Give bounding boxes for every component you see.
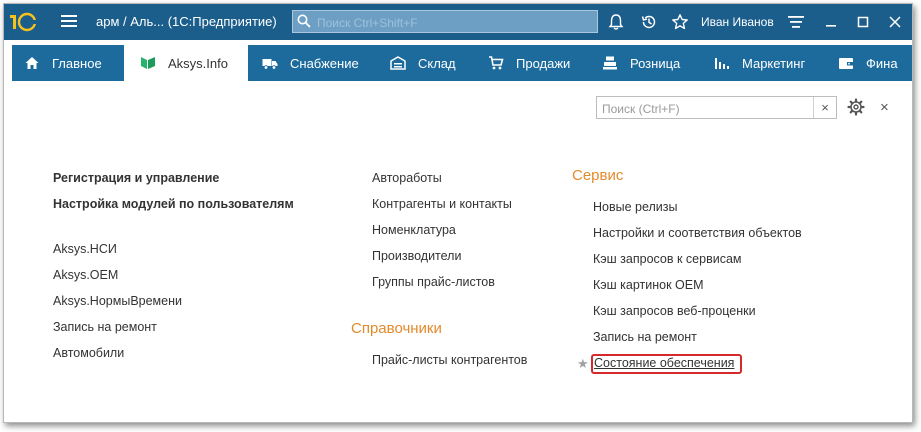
- tab-sales[interactable]: Продажи: [488, 45, 570, 81]
- truck-icon: [262, 59, 278, 70]
- link-aksys-norms[interactable]: Aksys.НормыВремени: [53, 294, 182, 308]
- link-counterparties[interactable]: Контрагенты и контакты: [372, 197, 512, 211]
- tab-label: Розница: [630, 55, 681, 71]
- app-window: арм / Аль... (1С:Предприятие) Иван Ивано…: [3, 3, 913, 423]
- link-aksys-oem[interactable]: Aksys.OEM: [53, 268, 118, 282]
- section-title-service: Сервис: [572, 167, 624, 184]
- global-search-input[interactable]: [315, 13, 589, 32]
- link-aksys-nsi[interactable]: Aksys.НСИ: [53, 242, 117, 256]
- link-new-releases[interactable]: Новые релизы: [593, 200, 678, 214]
- warehouse-icon: [390, 56, 406, 70]
- link-cars[interactable]: Автомобили: [53, 346, 124, 360]
- search-icon: [297, 14, 311, 28]
- gear-icon[interactable]: [847, 98, 865, 116]
- favorites-star-icon[interactable]: [671, 13, 689, 31]
- link-registration[interactable]: Регистрация и управление: [53, 171, 219, 185]
- link-module-settings[interactable]: Настройка модулей по пользователям: [53, 197, 294, 211]
- tab-label: Фина: [866, 55, 898, 71]
- section-search[interactable]: ×: [596, 96, 837, 119]
- link-counterparty-pricelists[interactable]: Прайс-листы контрагентов: [372, 353, 527, 367]
- favorite-star-icon[interactable]: ★: [577, 356, 589, 372]
- clear-search-button[interactable]: ×: [813, 97, 836, 118]
- tab-main[interactable]: Главное: [24, 45, 102, 81]
- link-nomenclature[interactable]: Номенклатура: [372, 223, 456, 237]
- tab-finance[interactable]: Фина: [838, 45, 898, 81]
- link-web-pricing-cache[interactable]: Кэш запросов веб-проценки: [593, 304, 756, 318]
- maximize-icon[interactable]: [854, 13, 872, 31]
- home-icon: [25, 57, 39, 69]
- tab-label: Продажи: [516, 55, 571, 71]
- close-section-button[interactable]: ×: [880, 99, 889, 116]
- cash-register-icon: [603, 56, 617, 70]
- window-title: арм / Аль... (1С:Предприятие): [96, 14, 277, 29]
- link-pricelist-groups[interactable]: Группы прайс-листов: [372, 275, 495, 289]
- tab-label: Маркетинг: [742, 55, 806, 71]
- 1c-logo-icon[interactable]: [10, 12, 38, 32]
- tab-warehouse[interactable]: Склад: [390, 45, 456, 81]
- wallet-icon: [839, 58, 853, 69]
- highlight-box: [591, 354, 742, 374]
- link-repair-booking[interactable]: Запись на ремонт: [53, 320, 157, 334]
- tab-aksys-info[interactable]: Aksys.Info: [124, 45, 248, 81]
- link-object-mappings[interactable]: Настройки и соответствия объектов: [593, 226, 802, 240]
- title-bar: арм / Аль... (1С:Предприятие) Иван Ивано…: [4, 4, 912, 40]
- section-title-references: Справочники: [351, 320, 442, 337]
- link-service-cache[interactable]: Кэш запросов к сервисам: [593, 252, 742, 266]
- link-repair-booking-service[interactable]: Запись на ремонт: [593, 330, 697, 344]
- user-name[interactable]: Иван Иванов: [701, 15, 774, 29]
- sections-bar: Главное Aksys.Info Снабжение Склад Прода…: [12, 45, 912, 81]
- tab-label: Склад: [418, 55, 456, 71]
- global-search[interactable]: [292, 10, 598, 33]
- bar-chart-icon: [715, 58, 729, 69]
- aksys-logo-icon: [141, 57, 155, 69]
- link-autoworks[interactable]: Автоработы: [372, 171, 442, 185]
- cart-icon: [489, 56, 504, 70]
- tab-supply[interactable]: Снабжение: [262, 45, 359, 81]
- history-icon[interactable]: [640, 13, 658, 31]
- tab-marketing[interactable]: Маркетинг: [714, 45, 805, 81]
- tab-label: Aksys.Info: [168, 55, 228, 71]
- bell-icon[interactable]: [607, 13, 625, 31]
- link-oem-image-cache[interactable]: Кэш картинок OEM: [593, 278, 704, 292]
- settings-menu-icon[interactable]: [787, 13, 805, 31]
- tab-label: Снабжение: [290, 55, 359, 71]
- link-manufacturers[interactable]: Производители: [372, 249, 461, 263]
- close-window-icon[interactable]: [886, 13, 904, 31]
- tab-retail[interactable]: Розница: [602, 45, 680, 81]
- minimize-icon[interactable]: [822, 13, 840, 31]
- tab-label: Главное: [52, 55, 102, 71]
- section-search-input[interactable]: [600, 99, 814, 118]
- main-menu-icon[interactable]: [61, 14, 77, 28]
